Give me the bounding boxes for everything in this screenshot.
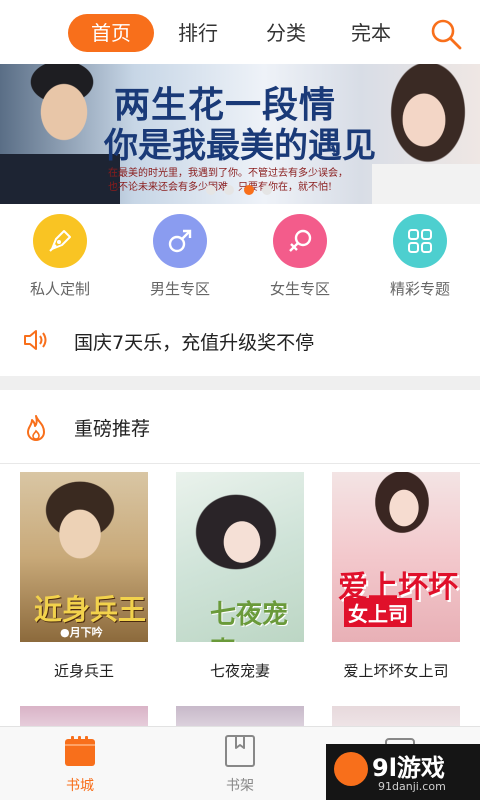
announcement-bar[interactable]: 国庆7天乐，充值升级奖不停 — [0, 312, 480, 370]
banner-dot[interactable] — [224, 185, 234, 195]
category-label: 精彩专题 — [389, 280, 450, 298]
category-label: 女生专区 — [269, 280, 330, 298]
bookstore-icon — [62, 733, 98, 769]
book-cover-title: 七夜宠妻 — [210, 600, 289, 642]
tab-ranking[interactable]: 排行 — [170, 14, 226, 52]
category-male-zone[interactable]: 男生专区 — [125, 214, 235, 299]
book-card[interactable]: 七夜宠妻 七夜宠妻 — [176, 472, 304, 681]
banner-subtitle-line1: 在最美的时光里，我遇到了你。不管过去有多少误会， — [108, 168, 348, 179]
female-icon — [273, 214, 327, 268]
category-label: 男生专区 — [149, 280, 210, 298]
category-female-zone[interactable]: 女生专区 — [245, 214, 355, 299]
banner-female-character-image — [372, 64, 480, 204]
announcement-text: 国庆7天乐，充值升级奖不停 — [74, 332, 315, 354]
search-icon[interactable] — [428, 16, 464, 52]
grid-icon — [393, 214, 447, 268]
category-private-custom[interactable]: 私人定制 — [5, 214, 115, 299]
watermark-url: 91danji.com — [378, 780, 446, 793]
book-title[interactable]: 七夜宠妻 — [176, 660, 304, 681]
banner-dot[interactable] — [262, 185, 272, 195]
speaker-icon — [22, 327, 48, 353]
book-card[interactable]: 爱上坏坏 女上司 爱上坏坏女上司 — [332, 472, 460, 681]
book-cover-author: ●月下吟 — [60, 626, 103, 639]
category-label: 私人定制 — [29, 280, 90, 298]
banner-pagination-dots — [206, 185, 276, 197]
book-card[interactable]: 近身兵王 ●月下吟 近身兵王 — [20, 472, 148, 681]
male-icon — [153, 214, 207, 268]
tab-category[interactable]: 分类 — [258, 14, 314, 52]
banner-title-line2: 你是我最美的遇见 — [104, 126, 376, 166]
book-title[interactable]: 爱上坏坏女上司 — [332, 660, 460, 681]
book-cover-subtitle: 女上司 — [344, 598, 412, 627]
bookstore-home-screen: 首页 排行 分类 完本 两生花一段情 你是我最美的遇见 在最美的时光里，我遇到了… — [0, 0, 480, 800]
bottom-tab-label: 书架 — [226, 778, 254, 794]
watermark-logo-text: 9l游戏 — [372, 754, 445, 782]
banner-dot[interactable] — [206, 185, 216, 195]
section-header: 重磅推荐 — [0, 390, 480, 464]
bottom-tab-bookshelf[interactable]: 书架 — [200, 733, 280, 795]
book-cover[interactable]: 爱上坏坏 女上司 — [332, 472, 460, 642]
book-cover[interactable]: 七夜宠妻 — [176, 472, 304, 642]
category-featured-topics[interactable]: 精彩专题 — [365, 214, 475, 299]
banner-dot-active[interactable] — [244, 185, 254, 195]
top-navigation: 首页 排行 分类 完本 — [0, 0, 480, 64]
bottom-tab-label: 书城 — [66, 778, 94, 794]
promo-banner[interactable]: 两生花一段情 你是我最美的遇见 在最美的时光里，我遇到了你。不管过去有多少误会，… — [0, 64, 480, 204]
book-title[interactable]: 近身兵王 — [20, 660, 148, 681]
tab-home[interactable]: 首页 — [68, 14, 154, 52]
section-title: 重磅推荐 — [74, 418, 151, 440]
bottom-tab-bookstore[interactable]: 书城 — [40, 733, 120, 795]
section-divider — [0, 376, 480, 390]
fire-icon — [24, 414, 48, 442]
pen-icon — [33, 214, 87, 268]
bookshelf-icon — [222, 733, 258, 769]
banner-male-character-image — [0, 64, 120, 204]
book-cover-title: 近身兵王 — [34, 593, 147, 626]
site-watermark: 9l游戏 91danji.com — [326, 744, 480, 800]
watermark-logo-icon — [334, 752, 368, 786]
book-cover[interactable]: 近身兵王 ●月下吟 — [20, 472, 148, 642]
tab-completed[interactable]: 完本 — [343, 14, 399, 52]
